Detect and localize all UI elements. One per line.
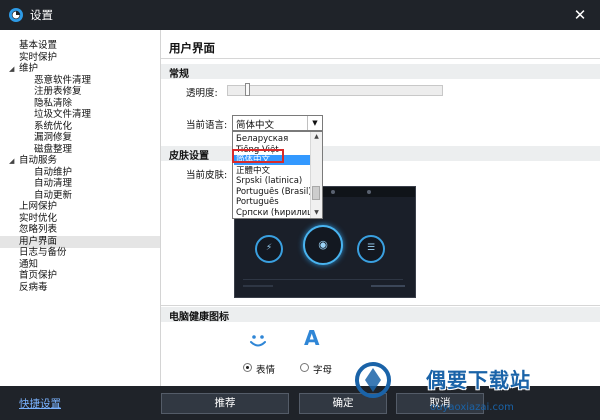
general-section-title: 常规: [169, 69, 189, 80]
sidebar-item[interactable]: 用户界面: [0, 235, 160, 248]
skin-footer-line: [243, 285, 273, 287]
scroll-up-arrow-icon[interactable]: ▲: [311, 132, 322, 142]
health-section-header: 电脑健康图标: [161, 307, 600, 323]
scrollbar-thumb[interactable]: [312, 186, 320, 200]
chevron-down-icon[interactable]: ▼: [307, 116, 322, 130]
close-button[interactable]: ✕: [568, 4, 592, 26]
page-title: 用户界面: [169, 41, 215, 55]
window-title: 设置: [30, 8, 53, 22]
sidebar-item[interactable]: 磁盘整理: [34, 144, 72, 156]
sidebar-item[interactable]: 通知: [19, 259, 38, 271]
sidebar-item[interactable]: 日志与备份: [19, 247, 67, 259]
language-select[interactable]: 简体中文 ▼: [232, 115, 323, 131]
sidebar-item[interactable]: 自动维护: [34, 167, 72, 179]
sidebar-item[interactable]: 自动服务: [19, 155, 57, 167]
transparency-slider[interactable]: [227, 83, 443, 96]
sidebar-item[interactable]: 注册表修复: [34, 86, 82, 98]
skin-section-header: 皮肤设置: [161, 146, 600, 162]
sidebar-item[interactable]: 隐私清除: [34, 98, 72, 110]
sidebar-item[interactable]: 基本设置: [19, 40, 57, 52]
title-divider: [161, 58, 600, 59]
skin-section-title: 皮肤设置: [169, 151, 209, 162]
current-skin-label: 当前皮肤:: [186, 170, 228, 181]
language-dropdown-list[interactable]: Беларуская Tiếng Việt 简体中文 正體中文 Srpski (lati…: [232, 131, 323, 219]
health-divider: [161, 305, 600, 306]
watermark-text: 偶要下载站: [426, 368, 531, 392]
transparency-label: 透明度:: [186, 88, 218, 99]
sidebar-item[interactable]: 首页保护: [19, 270, 57, 282]
emoji-radio[interactable]: [243, 363, 252, 372]
title-bar: 设置 ✕: [0, 0, 600, 30]
tree-expand-toggle-icon[interactable]: ◢: [9, 63, 17, 75]
close-icon: ✕: [573, 6, 587, 24]
sidebar-item[interactable]: 自动清理: [34, 178, 72, 190]
skin-right-ring-icon: ☰: [357, 235, 385, 263]
sidebar-item[interactable]: 维护: [19, 63, 38, 75]
watermark-url: ouyaoxiazai.com: [430, 402, 514, 413]
language-label: 当前语言:: [186, 120, 228, 131]
sidebar-item[interactable]: 系统优化: [34, 121, 72, 133]
smiley-face-icon[interactable]: [247, 329, 269, 351]
settings-window: 设置 ✕ 基本设置 实时保护 ◢ 维护 恶意软件清理 注册表修复 隐私清除 垃圾文件清理 系统优…: [0, 0, 600, 420]
emoji-radio-label: 表情: [256, 365, 276, 376]
sidebar-item[interactable]: 反病毒: [19, 282, 48, 294]
skin-left-ring-icon: ⚡: [255, 235, 283, 263]
tree-expand-toggle-icon[interactable]: ◢: [9, 155, 17, 167]
language-option[interactable]: Српски (ћирилица): [234, 208, 312, 218]
bolt-icon: ⚡: [265, 243, 273, 253]
sidebar-item[interactable]: 恶意软件清理: [34, 75, 91, 87]
highlight-annotation-box: [232, 149, 284, 163]
skin-divider-line: [243, 279, 403, 280]
language-option[interactable]: Беларуская: [234, 134, 312, 144]
skin-footer-line: [371, 285, 405, 287]
language-option[interactable]: 正體中文: [234, 166, 312, 176]
letter-radio[interactable]: [300, 363, 309, 372]
settings-sidebar: 基本设置 实时保护 ◢ 维护 恶意软件清理 注册表修复 隐私清除 垃圾文件清理 系统优化 漏洞修复…: [0, 30, 161, 386]
language-option[interactable]: Português (Brasil): [234, 187, 312, 197]
skin-nav-dot-icon: [367, 190, 371, 194]
letter-a-icon[interactable]: A: [304, 326, 319, 350]
sidebar-item[interactable]: 自动更新: [34, 190, 72, 202]
sidebar-item[interactable]: 上网保护: [19, 201, 57, 213]
transparency-slider-thumb[interactable]: [245, 83, 250, 96]
sidebar-item[interactable]: 实时保护: [19, 52, 57, 64]
skin-center-ring-icon: ◉: [303, 225, 343, 265]
language-option[interactable]: Português: [234, 197, 312, 207]
dropdown-scrollbar[interactable]: ▲ ▼: [310, 132, 322, 218]
settings-content: 用户界面 常规 透明度: 当前语言: 简体中文 ▼ Беларуская Tiến…: [161, 30, 600, 386]
sidebar-item[interactable]: 垃圾文件清理: [34, 109, 91, 121]
language-select-value: 简体中文: [236, 120, 275, 131]
scan-icon: ◉: [318, 238, 328, 251]
sidebar-item[interactable]: 漏洞修复: [34, 132, 72, 144]
app-logo-icon: [9, 8, 23, 22]
sidebar-item[interactable]: 忽略列表: [19, 224, 57, 236]
list-icon: ☰: [366, 243, 376, 253]
recommend-button[interactable]: 推荐: [161, 393, 289, 414]
general-section-header: 常规: [161, 64, 600, 80]
sidebar-item[interactable]: 实时优化: [19, 213, 57, 225]
scroll-down-arrow-icon[interactable]: ▼: [311, 208, 322, 218]
skin-nav-dot-icon: [331, 190, 335, 194]
letter-radio-label: 字母: [313, 365, 333, 376]
health-section-title: 电脑健康图标: [169, 312, 229, 323]
watermark-logo-icon: [355, 362, 391, 398]
quick-settings-link[interactable]: 快捷设置: [19, 396, 61, 411]
language-option[interactable]: Srpski (latinica): [234, 176, 312, 186]
